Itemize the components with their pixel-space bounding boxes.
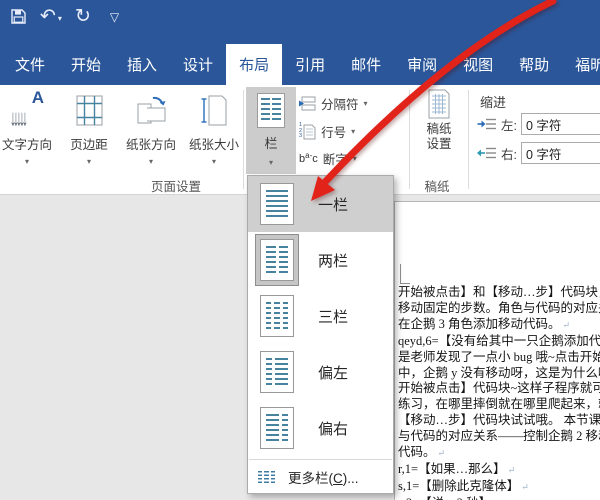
genko-settings-button[interactable]: 稿纸 设置 (412, 89, 466, 152)
indent-left-label: 左: (501, 118, 517, 133)
paragraph-mark: ↵ (507, 464, 516, 475)
indent-left-icon (477, 117, 497, 131)
columns-button[interactable]: 栏 ▾ (246, 87, 296, 174)
menu-item-label: 三栏 (318, 308, 349, 326)
document-line: 开始被点击】和【移动…步】代码块，只留 (398, 285, 600, 299)
menu-item-label: 偏左 (318, 364, 349, 382)
quick-access-toolbar: ↶ ▾ ↻ ▽ (10, 7, 119, 26)
paper-size-icon (201, 88, 227, 132)
menu-separator (249, 459, 392, 460)
chevron-down-icon: ▾ (148, 157, 153, 166)
word-window: ↶ ▾ ↻ ▽ 文件 开始 插入 设计 布局 引用 邮件 审阅 视图 帮助 福昕 ↓↓↓↓↓ A 文… (0, 0, 600, 500)
menu-item-one-column[interactable]: 一栏 (248, 176, 393, 232)
chevron-down-icon: ▾ (351, 127, 356, 136)
document-line: 代码。 ↵ (398, 445, 446, 460)
customize-quick-access-icon[interactable]: ▽ (104, 10, 119, 24)
tab-view[interactable]: 视图 (450, 44, 506, 85)
menu-item-label: 两栏 (318, 252, 349, 270)
document-text: 开始被点击】和【移动…步】代码块，只留移动固定的步数。角色与代码的对应关系—在企… (398, 285, 600, 500)
two-columns-icon (255, 234, 299, 286)
menu-item-label: 一栏 (318, 196, 349, 214)
paper-size-button[interactable]: 纸张大小 ▾ (184, 88, 244, 166)
three-columns-icon (255, 290, 299, 342)
breaks-icon (299, 96, 316, 111)
chevron-down-icon: ▾ (363, 99, 368, 108)
menu-item-right[interactable]: 偏右 (248, 400, 393, 456)
indent-right-icon (477, 146, 497, 160)
document-line: 开始被点击】代码块~这样子程序就可能出 (398, 381, 600, 396)
undo-icon: ↶ (40, 6, 56, 27)
tab-design[interactable]: 设计 (170, 44, 226, 85)
margin-corner-mark (400, 264, 410, 284)
document-page[interactable]: 开始被点击】和【移动…步】代码块，只留移动固定的步数。角色与代码的对应关系—在企… (394, 201, 600, 500)
document-line: r,1=【如果…那么】 ↵ (398, 461, 516, 476)
indent-right-label: 右: (501, 147, 517, 162)
document-line: 练习，在哪里摔倒就在哪里爬起来，就一定 (398, 397, 600, 412)
menu-item-label: 更多栏(C)... (288, 471, 359, 486)
tab-home[interactable]: 开始 (58, 44, 114, 85)
redo-icon[interactable]: ↻ (75, 7, 91, 26)
left-icon (255, 346, 299, 398)
title-bar: ↶ ▾ ↻ ▽ (0, 0, 600, 40)
breaks-button[interactable]: 分隔符 ▾ (299, 94, 368, 113)
tab-file[interactable]: 文件 (2, 44, 58, 85)
chevron-down-icon: ▾ (24, 157, 29, 166)
tab-insert[interactable]: 插入 (114, 44, 170, 85)
line-numbers-button[interactable]: 1 2 3 行号 ▾ (299, 122, 355, 141)
indent-left-field[interactable]: 0 字符 (520, 113, 600, 135)
tab-references[interactable]: 引用 (282, 44, 338, 85)
document-line: 是老师发现了一点小 bug 哦~点击开始按钮 (398, 349, 600, 364)
hyphenation-icon: b a-c (299, 151, 318, 165)
orientation-button[interactable]: 纸张方向 ▾ (118, 88, 184, 166)
undo-button[interactable]: ↶ ▾ (40, 7, 62, 26)
chevron-down-icon: ▾ (352, 154, 357, 163)
hyphenation-button[interactable]: b a-c 断字 ▾ (299, 149, 357, 168)
text-direction-icon: ↓↓↓↓↓ A (10, 88, 44, 131)
menu-item-left[interactable]: 偏左 (248, 344, 393, 400)
right-icon (255, 402, 299, 454)
chevron-down-icon: ▾ (268, 158, 273, 167)
paragraph-mark: ↵ (521, 481, 529, 492)
chevron-down-icon: ▾ (211, 157, 216, 166)
menu-item-two-columns[interactable]: 两栏 (248, 232, 393, 288)
menu-item-label: 偏右 (318, 420, 349, 438)
document-line: s,2=【说…2 秒】↵ (398, 496, 600, 500)
document-line: 在企鹅 3 角色添加移动代码。 ↵ (398, 316, 571, 331)
tab-help[interactable]: 帮助 (506, 44, 562, 85)
save-icon[interactable] (10, 8, 27, 25)
chevron-down-icon: ▾ (86, 157, 91, 166)
genko-icon (427, 89, 451, 119)
columns-icon (257, 93, 285, 128)
tab-mailings[interactable]: 邮件 (338, 44, 394, 85)
line-numbers-icon: 1 2 3 (299, 123, 316, 140)
indent-right-field[interactable]: 0 字符 (520, 142, 600, 164)
tab-foxit[interactable]: 福昕 (562, 44, 600, 85)
group-label-genko: 稿纸 (424, 180, 450, 194)
tab-layout[interactable]: 布局 (226, 44, 283, 85)
document-line: s,1=【删除此克隆体】 ↵ (398, 478, 529, 493)
text-direction-button[interactable]: ↓↓↓↓↓ A 文字方向 ▾ (0, 88, 60, 166)
document-line: 【移动…步】代码块试试哦。 本节课的主 (398, 413, 600, 428)
document-line: 中，企鹅 y 没有移动呀，这是为什么呢？老 (398, 365, 600, 380)
undo-dropdown-icon[interactable]: ▾ (58, 14, 62, 26)
orientation-icon (135, 88, 167, 132)
columns-dropdown-menu: 一栏两栏三栏偏左偏右更多栏(C)... (247, 175, 394, 494)
more-columns-icon (258, 471, 275, 483)
margins-button[interactable]: 页边距 ▾ (60, 88, 118, 166)
paragraph-mark: ↵ (562, 319, 571, 330)
menu-item-three-columns[interactable]: 三栏 (248, 288, 393, 344)
group-label-page-setup: 页面设置 (150, 180, 201, 194)
tab-review[interactable]: 审阅 (394, 44, 450, 85)
menu-item-more-columns[interactable]: 更多栏(C)... (248, 463, 393, 491)
document-line: 与代码的对应关系——控制企鹅 2 移动要在 (398, 429, 600, 444)
one-column-icon (255, 178, 299, 230)
ribbon-tab-bar: 文件 开始 插入 设计 布局 引用 邮件 审阅 视图 帮助 福昕 (0, 40, 600, 85)
indent-header: 缩进 (480, 95, 507, 110)
margins-icon (76, 88, 103, 132)
paragraph-mark: ↵ (437, 448, 446, 459)
document-line: 移动固定的步数。角色与代码的对应关系— (398, 300, 600, 315)
document-line: qeyd,6=【没有给其中一只企鹅添加代码】 (398, 333, 600, 348)
